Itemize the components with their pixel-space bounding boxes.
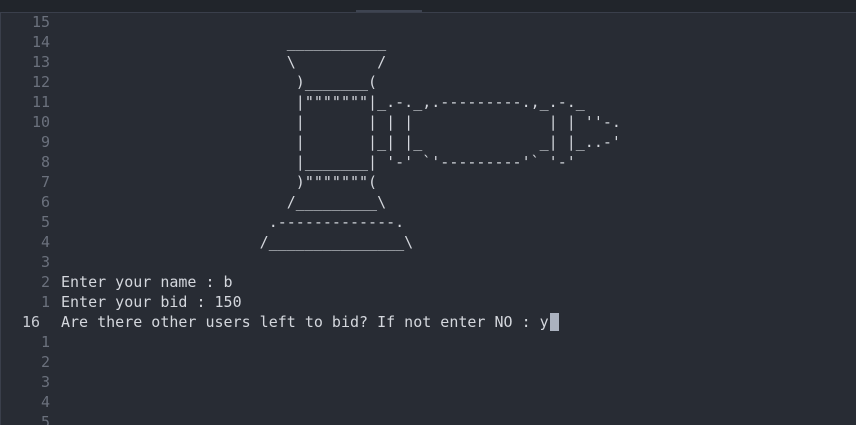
- line-number: 8: [40, 153, 50, 171]
- current-input-line[interactable]: Are there other users left to bid? If no…: [61, 312, 559, 332]
- current-line-number: 16: [21, 313, 40, 331]
- line-number: 4: [40, 233, 50, 251]
- ascii-art-line: |"""""""|_.-._,.---------.,_.-._: [61, 93, 585, 111]
- ascii-art-line: |_______| '-' `'---------'` '-': [61, 153, 576, 171]
- line-number: 9: [40, 133, 50, 151]
- ascii-art-line: )_______(: [61, 73, 378, 91]
- ascii-art-line: /_______________\: [61, 233, 414, 251]
- bid-prompt-line: Enter your bid : 150: [61, 293, 242, 311]
- ascii-art-line: ___________: [61, 33, 387, 51]
- line-number: 3: [40, 373, 50, 391]
- line-number: 10: [31, 113, 50, 131]
- ascii-art-line: )"""""""(: [61, 173, 378, 191]
- line-number: 2: [40, 273, 50, 291]
- line-number: 1: [40, 293, 50, 311]
- line-number: 5: [40, 213, 50, 231]
- line-number: 6: [40, 193, 50, 211]
- ascii-art-line: \ /: [61, 53, 387, 71]
- text-cursor: [549, 313, 559, 331]
- user-input-value[interactable]: y: [540, 313, 549, 331]
- line-number: 15: [31, 13, 50, 31]
- tab-indicator[interactable]: [356, 10, 422, 12]
- line-number: 5: [40, 413, 50, 425]
- line-number: 4: [40, 393, 50, 411]
- name-prompt-line: Enter your name : b: [61, 273, 233, 291]
- line-number: 2: [40, 353, 50, 371]
- line-number: 14: [31, 33, 50, 51]
- line-number: 1: [40, 333, 50, 351]
- line-number: 3: [40, 253, 50, 271]
- ascii-art-line: | | | | | | ''-.: [61, 113, 621, 131]
- line-number: 11: [31, 93, 50, 111]
- ascii-art-line: | |_| |_ _| |_..-': [61, 133, 621, 151]
- ascii-art-line: /_________\: [61, 193, 387, 211]
- more-users-prompt: Are there other users left to bid? If no…: [61, 313, 540, 331]
- title-bar: [0, 0, 856, 13]
- line-number: 7: [40, 173, 50, 191]
- line-number: 13: [31, 53, 50, 71]
- line-number: 12: [31, 73, 50, 91]
- ascii-art-line: .-------------.: [61, 213, 405, 231]
